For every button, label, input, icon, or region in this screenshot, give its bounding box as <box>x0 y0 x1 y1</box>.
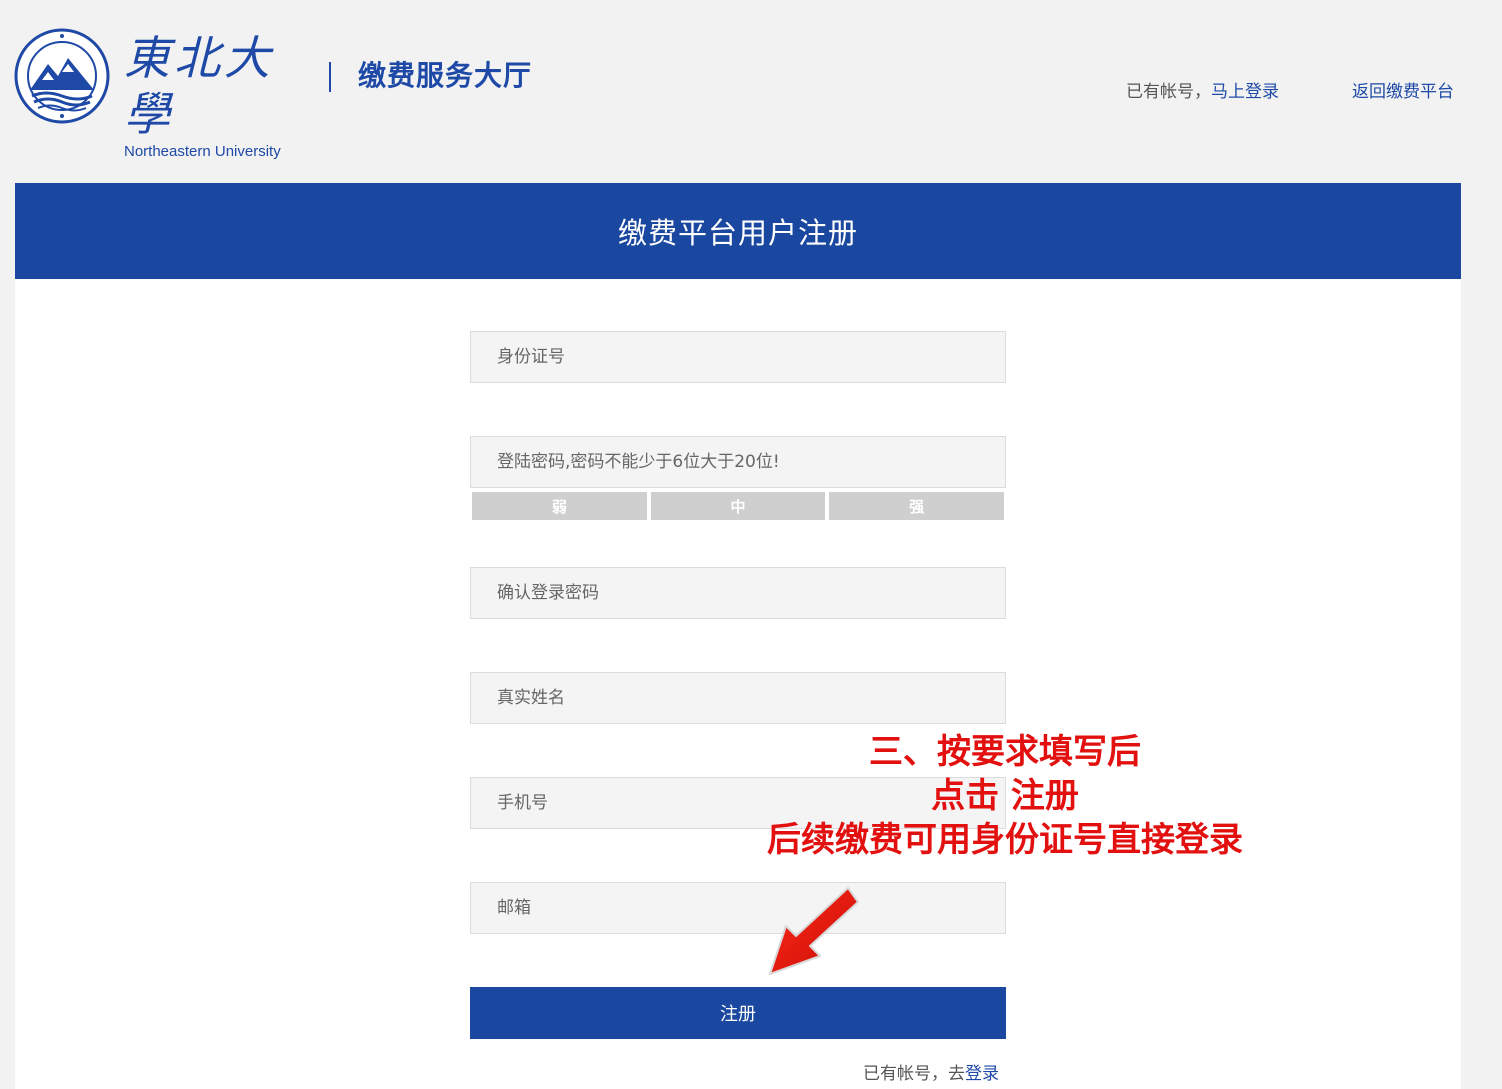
bottom-have-account-text: 已有帐号，去 <box>863 1064 965 1084</box>
instruction-annotation: 三、按要求填写后 点击 注册 后续缴费可用身份证号直接登录 <box>700 730 1310 862</box>
registration-panel: 缴费平台用户注册 弱 中 强 注册 已有帐号，去登录 <box>15 183 1461 1089</box>
bottom-login-prompt: 已有帐号，去登录 <box>863 1059 999 1084</box>
login-now-link[interactable]: 马上登录 <box>1211 82 1279 102</box>
page-header: 東北大學 Northeastern University 缴费服务大厅 已有帐号… <box>0 0 1502 183</box>
password-strength-meter: 弱 中 强 <box>472 492 1005 520</box>
university-logo[interactable] <box>14 28 110 124</box>
annotation-line-2: 点击 注册 <box>931 776 1079 816</box>
bottom-login-link[interactable]: 登录 <box>965 1064 999 1084</box>
logo-wordmark: 東北大學 Northeastern University <box>124 30 314 162</box>
panel-title: 缴费平台用户注册 <box>617 216 858 250</box>
red-arrow-icon <box>769 887 859 975</box>
annotation-line-1: 三、按要求填写后 <box>869 732 1141 772</box>
logo-chinese-name: 東北大學 <box>124 31 274 141</box>
register-button[interactable]: 注册 <box>470 987 1006 1039</box>
confirm-password-input[interactable] <box>470 567 1006 619</box>
password-input[interactable] <box>470 436 1006 488</box>
university-seal-icon <box>14 28 110 124</box>
email-input[interactable] <box>470 882 1006 934</box>
logo-english-name: Northeastern University <box>124 143 281 160</box>
back-to-platform-link[interactable]: 返回缴费平台 <box>1352 80 1454 104</box>
top-login-prompt: 已有帐号，马上登录 <box>1126 80 1279 104</box>
id-number-input[interactable] <box>470 331 1006 383</box>
have-account-text: 已有帐号， <box>1126 82 1211 102</box>
header-divider <box>329 62 331 92</box>
strength-medium: 中 <box>650 492 826 520</box>
real-name-input[interactable] <box>470 672 1006 724</box>
hall-title: 缴费服务大厅 <box>358 59 533 92</box>
strength-strong: 强 <box>829 492 1005 520</box>
panel-title-bar: 缴费平台用户注册 <box>15 183 1461 279</box>
annotation-line-3: 后续缴费可用身份证号直接登录 <box>767 820 1243 860</box>
strength-weak: 弱 <box>472 492 647 520</box>
